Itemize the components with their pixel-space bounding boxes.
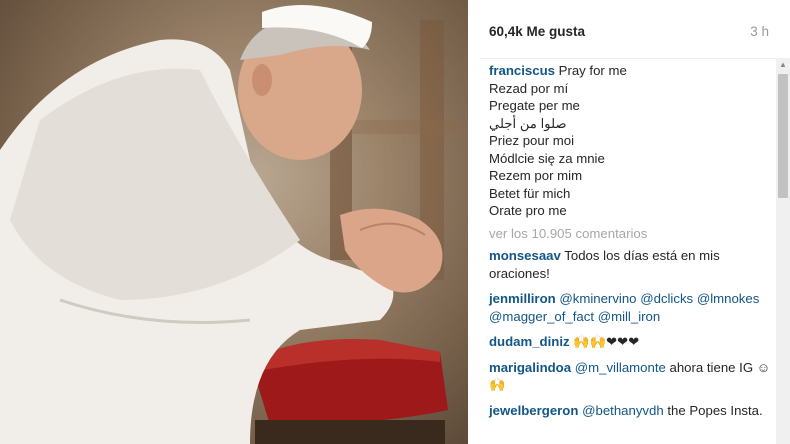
post-time[interactable]: 3 h bbox=[750, 24, 769, 39]
divider bbox=[480, 58, 778, 59]
caption-first-line: franciscus Pray for me bbox=[489, 62, 775, 80]
comment-username[interactable]: jewelbergeron bbox=[489, 403, 578, 418]
post-details-panel: 60,4k Me gusta 3 h franciscus Pray for m… bbox=[468, 0, 790, 444]
mention-link[interactable]: @mill_iron bbox=[598, 309, 661, 324]
likes-count[interactable]: 60,4k Me gusta bbox=[489, 24, 585, 39]
caption-line: Rezem por mim bbox=[489, 168, 583, 183]
mention-link[interactable]: @magger_of_fact bbox=[489, 309, 594, 324]
comment: jewelbergeron @bethanyvdh the Popes Inst… bbox=[489, 402, 775, 420]
mention-link[interactable]: @bethanyvdh bbox=[582, 403, 664, 418]
praying-pope-image bbox=[0, 0, 468, 444]
caption-text: Pray for me bbox=[558, 63, 627, 78]
mention-link[interactable]: @kminervino bbox=[559, 291, 636, 306]
post-photo bbox=[0, 0, 468, 444]
caption-line: Orate pro me bbox=[489, 203, 567, 218]
comment-username[interactable]: monsesaav bbox=[489, 248, 561, 263]
caption-line: Rezad por mí bbox=[489, 80, 569, 96]
comments-scrollbar[interactable]: ▲ bbox=[776, 58, 790, 444]
comment-username[interactable]: dudam_diniz bbox=[489, 334, 570, 349]
mention-link[interactable]: @lmnokes bbox=[697, 291, 760, 306]
likes-row: 60,4k Me gusta 3 h bbox=[489, 24, 769, 44]
caption-line: Módlcie się za mnie bbox=[489, 150, 605, 166]
mention-link[interactable]: @dclicks bbox=[640, 291, 693, 306]
comments-list: franciscus Pray for me Rezad por mí Preg… bbox=[489, 62, 775, 427]
comment-text: 🙌🙌❤❤❤ bbox=[573, 334, 640, 349]
caption-line: صلوا من أجلي bbox=[489, 115, 567, 131]
caption-line: Pregate per me bbox=[489, 98, 580, 113]
comment: marigalindoa @m_villamonte ahora tiene I… bbox=[489, 359, 775, 394]
comment: dudam_diniz 🙌🙌❤❤❤ bbox=[489, 333, 775, 351]
comment-text: the Popes Insta. bbox=[667, 402, 763, 418]
mention-link[interactable]: @m_villamonte bbox=[575, 360, 666, 375]
comment: jenmilliron @kminervino @dclicks @lmnoke… bbox=[489, 290, 775, 325]
comment-username[interactable]: marigalindoa bbox=[489, 360, 571, 375]
comment: monsesaav Todos los días está en mis ora… bbox=[489, 247, 775, 282]
caption-username[interactable]: franciscus bbox=[489, 63, 555, 78]
scrollbar-thumb[interactable] bbox=[778, 74, 788, 198]
caption-line: Priez pour moi bbox=[489, 133, 575, 148]
scroll-up-arrow-icon[interactable]: ▲ bbox=[776, 58, 790, 72]
view-all-comments-link[interactable]: ver los 10.905 comentarios bbox=[489, 225, 775, 243]
comment-username[interactable]: jenmilliron bbox=[489, 291, 556, 306]
caption: franciscus Pray for me Rezad por mí Preg… bbox=[489, 62, 775, 220]
caption-line: Betet für mich bbox=[489, 185, 571, 201]
